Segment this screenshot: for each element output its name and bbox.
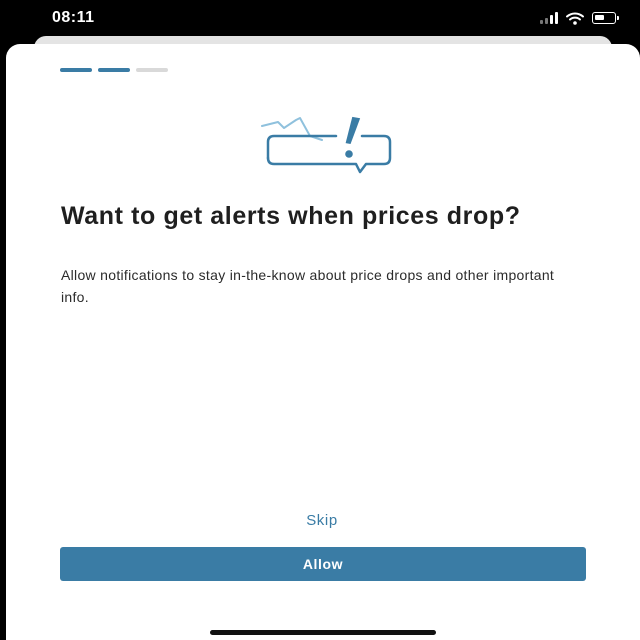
- status-icons: [540, 10, 619, 26]
- onboarding-progress: [60, 68, 168, 72]
- cellular-signal-icon: [540, 12, 558, 24]
- price-alert-chat-bubble-icon: [261, 116, 392, 174]
- prompt-headline: Want to get alerts when prices drop?: [61, 202, 521, 230]
- status-bar: 08:11: [0, 0, 640, 36]
- progress-step-3: [136, 68, 168, 72]
- battery-icon: [592, 12, 619, 24]
- notification-prompt-sheet: Want to get alerts when prices drop? All…: [6, 44, 640, 640]
- skip-button[interactable]: Skip: [272, 508, 372, 532]
- status-time: 08:11: [52, 9, 95, 26]
- progress-step-2: [98, 68, 130, 72]
- home-indicator[interactable]: [210, 630, 436, 635]
- allow-button[interactable]: Allow: [60, 547, 586, 581]
- progress-step-1: [60, 68, 92, 72]
- prompt-description: Allow notifications to stay in-the-know …: [61, 267, 555, 305]
- screen: 08:11 Want to get alerts when prices dro…: [0, 0, 640, 640]
- wifi-icon: [566, 12, 584, 25]
